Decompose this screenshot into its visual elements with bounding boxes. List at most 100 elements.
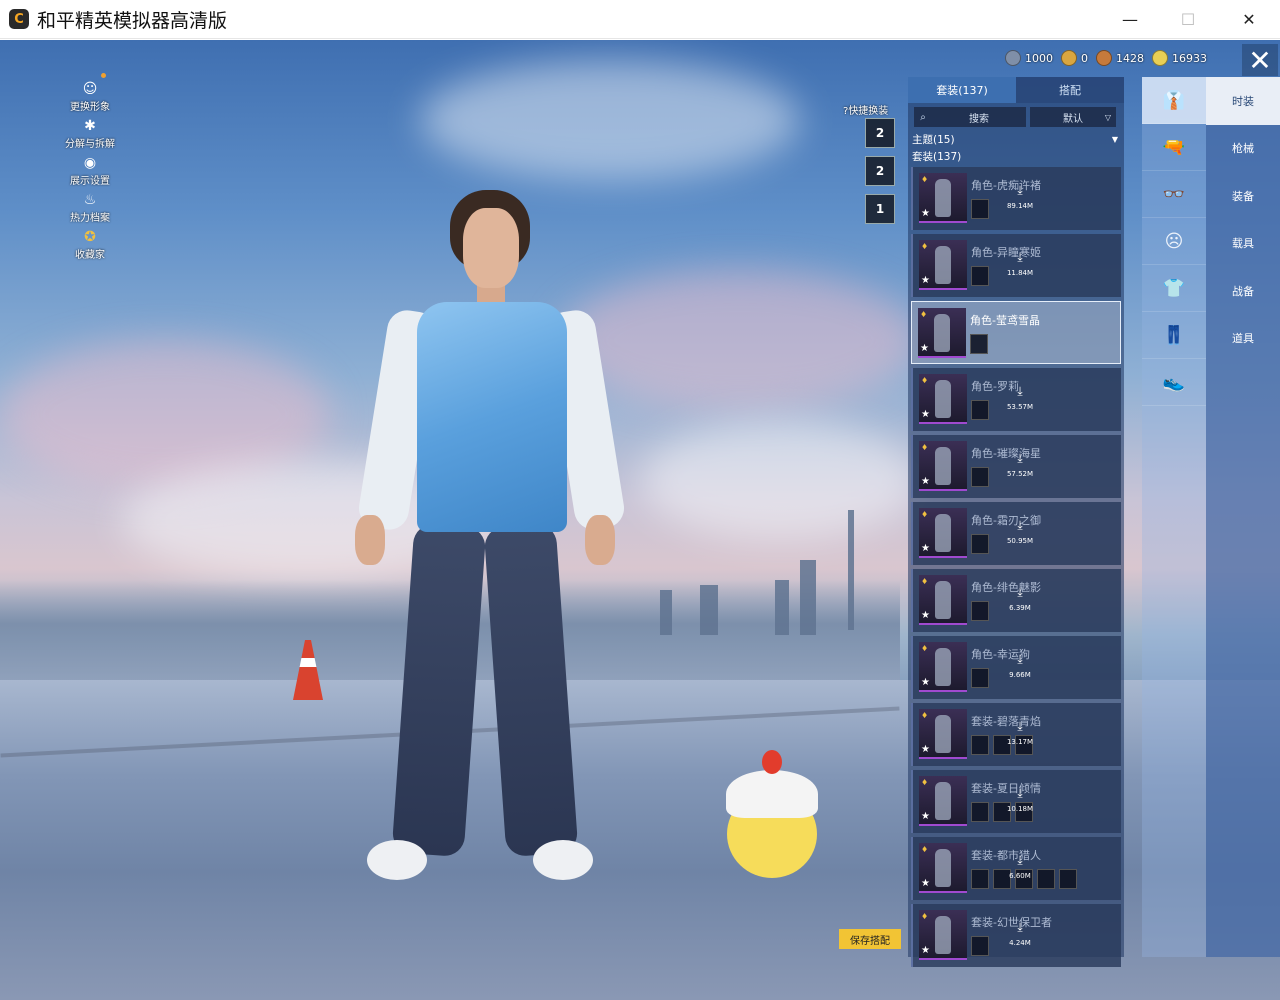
download-icon[interactable]: ⤓ — [1009, 854, 1031, 866]
download-icon[interactable]: ⤓ — [1009, 385, 1031, 397]
sub-item-thumbnail — [971, 400, 989, 420]
download-icon[interactable]: ⤓ — [1009, 586, 1031, 598]
star-icon[interactable]: ★ — [921, 476, 930, 487]
category-tab[interactable]: 战备 — [1206, 267, 1280, 315]
category-label-column: 时装 枪械 装备 载具 战备 道具 — [1206, 77, 1280, 957]
outfit-icon[interactable]: 👔 — [1142, 77, 1206, 124]
suit-list-item[interactable]: ♦ ★ 角色-虎痴许褚 ⤓ 89.14M — [911, 167, 1121, 230]
quick-change-text: 快捷换装 — [848, 106, 889, 117]
star-icon[interactable]: ★ — [920, 343, 929, 354]
suit-list-item[interactable]: ♦ ★ 套装-幻世保卫者 ⤓ 4.24M — [911, 904, 1121, 967]
pet-chick[interactable] — [722, 750, 822, 880]
suit-thumbnail: ♦ ★ — [919, 508, 967, 558]
suit-figure — [935, 916, 951, 954]
character-left-hand — [355, 515, 385, 565]
minimize-button[interactable]: — — [1100, 0, 1160, 39]
category-tab[interactable]: 载具 — [1206, 220, 1280, 268]
star-icon[interactable]: ★ — [921, 744, 930, 755]
window-close-button[interactable]: ✕ — [1219, 0, 1279, 39]
suit-list-item[interactable]: ♦ ★ 角色-莹鸢雪晶 — [911, 301, 1121, 364]
goggles-icon[interactable]: 👓 — [1142, 171, 1206, 218]
close-icon[interactable]: ✕ — [1242, 44, 1278, 77]
gold-token-icon — [1061, 50, 1077, 66]
category-tab[interactable]: 时装 — [1206, 77, 1280, 125]
cloud — [640, 420, 920, 540]
search-input[interactable]: ⌕ 搜索 — [914, 107, 1026, 127]
rarity-badge-icon: ♦ — [921, 778, 929, 787]
maximize-button[interactable]: ☐ — [1158, 0, 1218, 39]
star-icon[interactable]: ★ — [921, 409, 930, 420]
star-icon[interactable]: ★ — [921, 945, 930, 956]
quick-change-slot[interactable]: 1 — [865, 194, 895, 224]
sort-dropdown[interactable]: 默认 ▽ — [1030, 107, 1116, 127]
sub-item-thumbnail — [971, 266, 989, 286]
star-icon[interactable]: ★ — [921, 208, 930, 219]
suit-figure — [935, 514, 951, 552]
download-size: 11.84M — [1006, 269, 1034, 277]
suit-list-item[interactable]: ♦ ★ 角色-异瞳寒姬 ⤓ 11.84M — [911, 234, 1121, 297]
gun-icon[interactable]: 🔫 — [1142, 124, 1206, 171]
character-left-shoe — [367, 840, 427, 880]
star-icon[interactable]: ★ — [921, 878, 930, 889]
section-theme[interactable]: 主题(15) ▼ — [908, 131, 1124, 148]
currency-value: 1428 — [1116, 51, 1144, 65]
download-icon[interactable]: ⤓ — [1009, 184, 1031, 196]
slot-number: 2 — [875, 126, 885, 140]
player-character[interactable] — [355, 190, 627, 910]
quick-change-slot[interactable]: 2 — [865, 156, 895, 186]
slot-number: 1 — [875, 202, 885, 216]
quick-change-slot[interactable]: 2 — [865, 118, 895, 148]
chevron-down-icon: ▼ — [1111, 135, 1118, 144]
menu-display-settings[interactable]: ◉ 展示设置 — [62, 152, 118, 189]
category-tab[interactable]: 枪械 — [1206, 125, 1280, 173]
menu-decompose[interactable]: ✱ 分解与拆解 — [62, 115, 118, 152]
save-outfit-button[interactable]: 保存搭配 — [839, 929, 901, 949]
download-icon[interactable]: ⤓ — [1009, 519, 1031, 531]
menu-collector[interactable]: ✪ 收藏家 — [62, 226, 118, 263]
star-icon[interactable]: ★ — [921, 610, 930, 621]
suit-list-item[interactable]: ♦ ★ 套装-都市猎人 ⤓ 6.60M — [911, 837, 1121, 900]
category-tab[interactable]: 装备 — [1206, 172, 1280, 220]
suit-thumbnail: ♦ ★ — [919, 575, 967, 625]
tab-suits[interactable]: 套装(137) — [908, 77, 1016, 103]
download-icon[interactable]: ⤓ — [1009, 921, 1031, 933]
suit-figure — [935, 849, 951, 887]
download-icon[interactable]: ⤓ — [1009, 653, 1031, 665]
suit-name: 角色-莹鸢雪晶 — [970, 314, 1040, 327]
pants-icon[interactable]: 👖 — [1142, 312, 1206, 359]
star-icon[interactable]: ★ — [921, 677, 930, 688]
rarity-badge-icon: ♦ — [921, 510, 929, 519]
quick-change-label[interactable]: ?快捷换装 — [843, 102, 888, 117]
suit-list-item[interactable]: ♦ ★ 套装-夏日倾情 ⤓ 10.18M — [911, 770, 1121, 833]
suit-list-item[interactable]: ♦ ★ 角色-幸运狗 ⤓ 9.66M — [911, 636, 1121, 699]
download-icon[interactable]: ⤓ — [1009, 787, 1031, 799]
suit-list-item[interactable]: ♦ ★ 套装-碧落青焰 ⤓ 13.17M — [911, 703, 1121, 766]
sub-item-thumbnail — [971, 735, 989, 755]
menu-heat-archive[interactable]: ♨ 热力档案 — [62, 189, 118, 226]
download-size: 6.60M — [1009, 872, 1031, 880]
suit-thumbnail: ♦ ★ — [919, 910, 967, 960]
star-icon[interactable]: ★ — [921, 811, 930, 822]
category-tab[interactable]: 道具 — [1206, 315, 1280, 363]
mask-icon[interactable]: ☹ — [1142, 218, 1206, 265]
download-icon[interactable]: ⤓ — [1009, 251, 1031, 263]
skyscraper — [848, 510, 854, 630]
sub-item-thumbnail — [970, 334, 988, 354]
download-icon[interactable]: ⤓ — [1009, 720, 1031, 732]
suit-list-item[interactable]: ♦ ★ 角色-霜刃之御 ⤓ 50.95M — [911, 502, 1121, 565]
skyscraper — [800, 560, 816, 635]
tab-outfits[interactable]: 搭配 — [1016, 77, 1124, 103]
window-titlebar: C 和平精英模拟器高清版 — ☐ ✕ — [0, 0, 1280, 39]
shoes-icon[interactable]: 👟 — [1142, 359, 1206, 406]
suit-list-item[interactable]: ♦ ★ 角色-璀璨海星 ⤓ 57.52M — [911, 435, 1121, 498]
download-size: 57.52M — [1006, 470, 1034, 478]
shirt-icon[interactable]: 👕 — [1142, 265, 1206, 312]
suit-list-item[interactable]: ♦ ★ 角色-罗莉 ⤓ 53.57M — [911, 368, 1121, 431]
suit-list-item[interactable]: ♦ ★ 角色-绯色魅影 ⤓ 6.39M — [911, 569, 1121, 632]
suit-thumbnail: ♦ ★ — [919, 776, 967, 826]
download-icon[interactable]: ⤓ — [1009, 452, 1031, 464]
suit-thumbnail: ♦ ★ — [919, 709, 967, 759]
menu-change-appearance[interactable]: ☺ 更换形象 — [62, 78, 118, 115]
star-icon[interactable]: ★ — [921, 543, 930, 554]
star-icon[interactable]: ★ — [921, 275, 930, 286]
